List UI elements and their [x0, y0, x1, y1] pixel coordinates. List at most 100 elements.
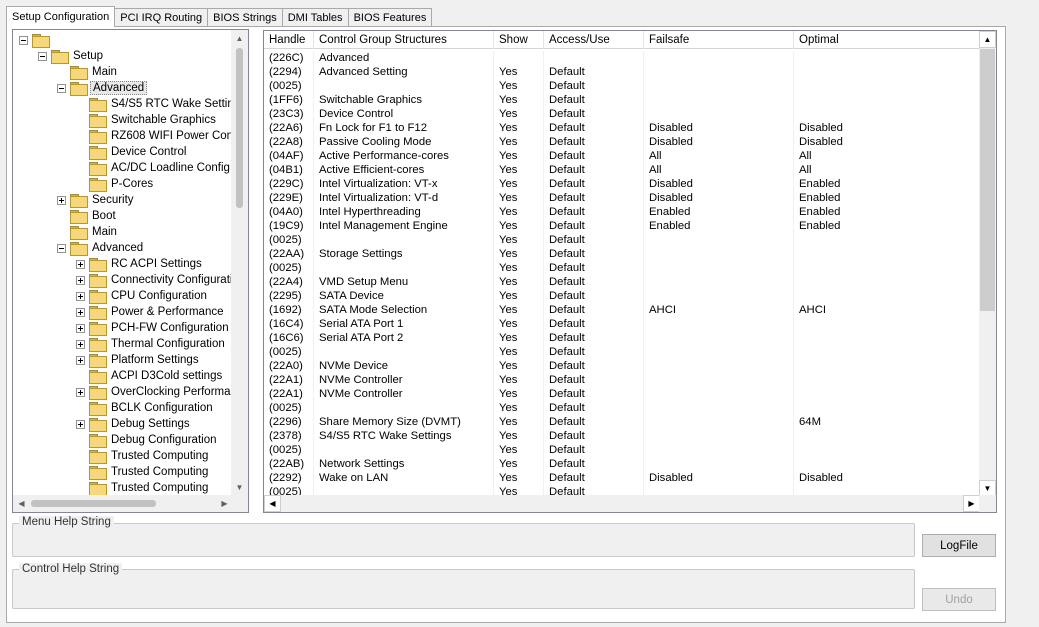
column-header-control-group[interactable]: Control Group Structures [314, 31, 494, 49]
tree-node[interactable]: RZ608 WIFI Power Confi [76, 128, 233, 144]
table-row[interactable]: (0025) Yes Default [264, 443, 980, 457]
tree-node[interactable]: Connectivity Configuration [76, 272, 233, 288]
table-row[interactable]: (0025) Yes Default [264, 401, 980, 415]
table-row[interactable]: (2296) Share Memory Size (DVMT) Yes Default… [264, 415, 980, 429]
expand-icon[interactable] [76, 259, 85, 269]
tree-node[interactable]: Main [57, 224, 119, 240]
table-row[interactable]: (16C4) Serial ATA Port 1 Yes Default [264, 317, 980, 331]
scroll-up-icon[interactable]: ▲ [231, 30, 248, 47]
table-row[interactable]: (2295) SATA Device Yes Default [264, 289, 980, 303]
table-row[interactable]: (2378) S4/S5 RTC Wake Settings Yes Default [264, 429, 980, 443]
table-row[interactable]: (22A1) NVMe Controller Yes Default [264, 373, 980, 387]
grid-horizontal-scrollbar[interactable]: ◀ ▶ [264, 495, 980, 512]
scroll-left-icon[interactable]: ◀ [264, 495, 281, 512]
scroll-left-icon[interactable]: ◀ [13, 495, 30, 512]
tab-pci-irq-routing[interactable]: PCI IRQ Routing [114, 8, 209, 27]
scroll-up-icon[interactable]: ▲ [979, 31, 996, 48]
collapse-icon[interactable] [38, 51, 47, 61]
table-row[interactable]: (16C6) Serial ATA Port 2 Yes Default [264, 331, 980, 345]
tree-node[interactable]: RC ACPI Settings [76, 256, 204, 272]
expand-icon[interactable] [76, 323, 85, 333]
scroll-down-icon[interactable]: ▼ [231, 479, 248, 496]
tree-node[interactable]: Device Control [76, 144, 188, 160]
scroll-right-icon[interactable]: ▶ [963, 495, 980, 512]
control-structures-grid[interactable]: Handle Control Group Structures Show Acc… [263, 30, 997, 513]
table-row[interactable]: (2294) Advanced Setting Yes Default [264, 65, 980, 79]
tree-node[interactable]: Main [57, 64, 119, 80]
tree-node[interactable]: Advanced [57, 80, 148, 96]
table-row[interactable]: (04AF) Active Performance-cores Yes Default… [264, 149, 980, 163]
tree-node[interactable]: Switchable Graphics [76, 112, 218, 128]
expand-icon[interactable] [57, 195, 66, 205]
expand-icon[interactable] [76, 387, 85, 397]
tab-setup-configuration[interactable]: Setup Configuration [6, 6, 116, 27]
table-row[interactable]: (22AB) Network Settings Yes Default [264, 457, 980, 471]
tree-node[interactable]: S4/S5 RTC Wake Setting [76, 96, 233, 112]
column-header-failsafe[interactable]: Failsafe [644, 31, 794, 49]
expand-icon[interactable] [76, 275, 85, 285]
table-row[interactable]: (22A4) VMD Setup Menu Yes Default [264, 275, 980, 289]
table-row[interactable]: (22AA) Storage Settings Yes Default [264, 247, 980, 261]
tree-node[interactable]: PCH-FW Configuration [76, 320, 231, 336]
tree-node[interactable]: Trusted Computing [76, 464, 210, 480]
tree-node[interactable]: Advanced [57, 240, 145, 256]
collapse-icon[interactable] [57, 83, 66, 93]
grid-hscroll-track[interactable] [282, 496, 960, 511]
table-row[interactable]: (22A1) NVMe Controller Yes Default [264, 387, 980, 401]
table-row[interactable]: (0025) Yes Default [264, 345, 980, 359]
expand-icon[interactable] [76, 339, 85, 349]
column-header-show[interactable]: Show [494, 31, 544, 49]
tree-node[interactable]: CPU Configuration [76, 288, 209, 304]
tab-bios-strings[interactable]: BIOS Strings [207, 8, 283, 27]
tree-node[interactable]: Security [57, 192, 136, 208]
column-header-optimal[interactable]: Optimal [794, 31, 980, 49]
column-header-access[interactable]: Access/Use [544, 31, 644, 49]
tree-node[interactable]: Trusted Computing [76, 448, 210, 464]
tree-node[interactable] [19, 32, 56, 48]
table-row[interactable]: (229E) Intel Virtualization: VT-d Yes Defau… [264, 191, 980, 205]
undo-button[interactable]: Undo [922, 588, 996, 611]
table-row[interactable]: (19C9) Intel Management Engine Yes Default E… [264, 219, 980, 233]
tree-node[interactable]: P-Cores [76, 176, 155, 192]
expand-icon[interactable] [76, 419, 85, 429]
tree-node[interactable]: Boot [57, 208, 118, 224]
tree-vscroll-thumb[interactable] [236, 48, 243, 208]
tree-node[interactable]: Power & Performance [76, 304, 226, 320]
grid-vscroll-thumb[interactable] [980, 49, 995, 311]
table-row[interactable]: (04A0) Intel Hyperthreading Yes Default Enab… [264, 205, 980, 219]
table-row[interactable]: (1FF6) Switchable Graphics Yes Default [264, 93, 980, 107]
table-row[interactable]: (0025) Yes Default [264, 233, 980, 247]
tree-node[interactable]: Thermal Configuration [76, 336, 227, 352]
table-row[interactable]: (0025) Yes Default [264, 261, 980, 275]
logfile-button[interactable]: LogFile [922, 534, 996, 557]
table-row[interactable]: (23C3) Device Control Yes Default [264, 107, 980, 121]
tree-node[interactable]: Trusted Computing [76, 480, 210, 496]
collapse-icon[interactable] [57, 243, 66, 253]
tree-node[interactable]: AC/DC Loadline Config [76, 160, 232, 176]
table-row[interactable]: (0025) Yes Default [264, 79, 980, 93]
tree-node[interactable]: Debug Configuration [76, 432, 219, 448]
tree-horizontal-scrollbar[interactable]: ◀ ▶ [13, 495, 233, 512]
table-row[interactable]: (04B1) Active Efficient-cores Yes Default Al… [264, 163, 980, 177]
table-row[interactable]: (22A6) Fn Lock for F1 to F12 Yes Default Dis… [264, 121, 980, 135]
setup-tree-view[interactable]: Setup Main Advanced S4/S5 RTC Wake Setting S… [12, 29, 249, 513]
collapse-icon[interactable] [19, 35, 28, 45]
tree-node[interactable]: Platform Settings [76, 352, 201, 368]
table-row[interactable]: (22A8) Passive Cooling Mode Yes Default Disa… [264, 135, 980, 149]
table-row[interactable]: (226C) Advanced [264, 51, 980, 65]
tab-dmi-tables[interactable]: DMI Tables [281, 8, 349, 27]
grid-vertical-scrollbar[interactable]: ▲ ▼ [979, 31, 996, 497]
tree-node[interactable]: ACPI D3Cold settings [76, 368, 224, 384]
tree-node[interactable]: Setup [38, 48, 105, 64]
tab-bios-features[interactable]: BIOS Features [347, 8, 433, 27]
table-row[interactable]: (229C) Intel Virtualization: VT-x Yes Defau… [264, 177, 980, 191]
tree-hscroll-thumb[interactable] [31, 500, 156, 507]
table-row[interactable]: (1692) SATA Mode Selection Yes Default AHCI A… [264, 303, 980, 317]
expand-icon[interactable] [76, 307, 85, 317]
tree-vertical-scrollbar[interactable]: ▲ ▼ [231, 30, 248, 496]
table-row[interactable]: (22A0) NVMe Device Yes Default [264, 359, 980, 373]
column-header-handle[interactable]: Handle [264, 31, 314, 49]
expand-icon[interactable] [76, 291, 85, 301]
tree-node[interactable]: OverClocking Performance [76, 384, 233, 400]
tree-node[interactable]: Debug Settings [76, 416, 192, 432]
